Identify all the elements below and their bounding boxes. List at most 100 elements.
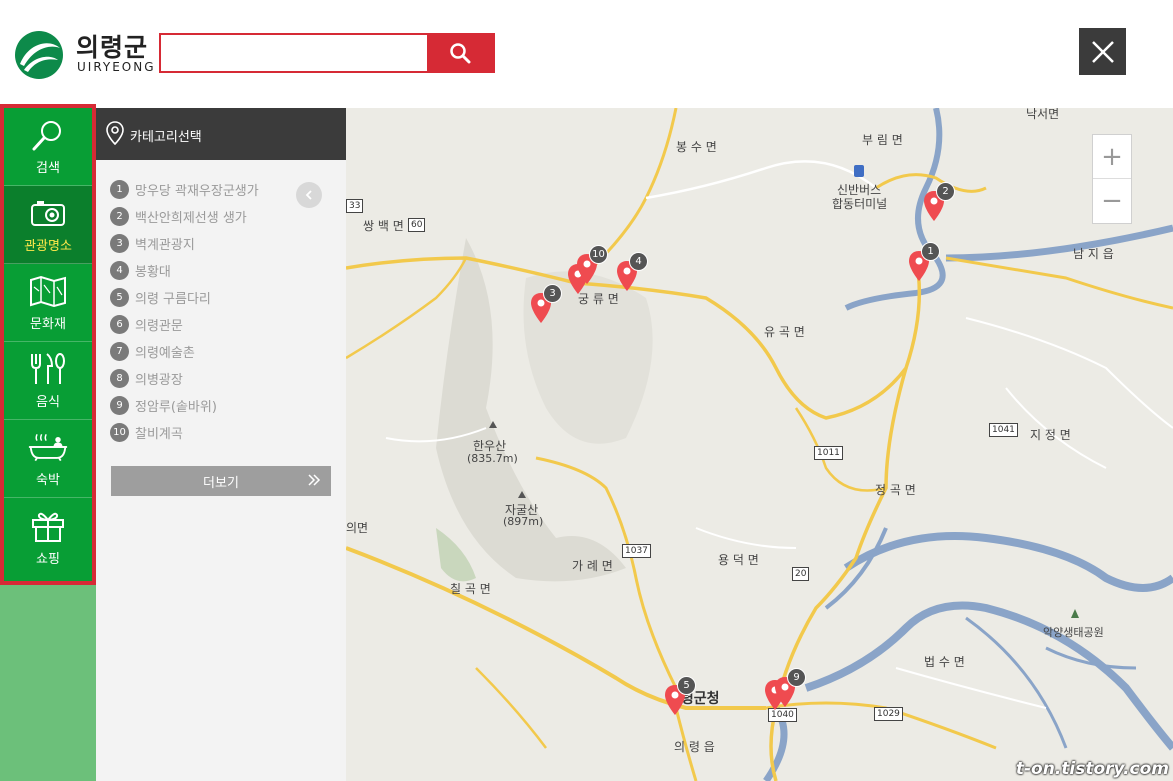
zoom-in-button[interactable]: + bbox=[1093, 135, 1131, 179]
map-marker[interactable]: 9 bbox=[774, 668, 806, 708]
map-label: 부 림 면 bbox=[862, 133, 903, 147]
map-label: 용 덕 면 bbox=[718, 553, 759, 567]
item-label: 정암루(솥바위) bbox=[135, 400, 217, 415]
chevron-left-icon bbox=[305, 190, 312, 200]
marker-badge: 3 bbox=[543, 284, 562, 303]
map-canvas bbox=[346, 108, 1173, 781]
list-item[interactable]: 9 정암루(솥바위) bbox=[110, 392, 259, 419]
list-item[interactable]: 4 봉황대 bbox=[110, 257, 259, 284]
map-marker[interactable]: 3 bbox=[530, 284, 562, 324]
map-marker[interactable]: 1 bbox=[908, 242, 940, 282]
zoom-out-button[interactable]: − bbox=[1093, 179, 1131, 222]
sidebar-item-label: 음식 bbox=[36, 395, 60, 410]
search-input[interactable] bbox=[163, 37, 425, 69]
list-item[interactable]: 7 의령예술촌 bbox=[110, 338, 259, 365]
sidebar-item-shopping[interactable]: 쇼핑 bbox=[4, 498, 92, 576]
map-label: 칠 곡 면 bbox=[450, 582, 491, 596]
item-label: 망우당 곽재우장군생가 bbox=[135, 184, 259, 199]
marker-badge: 10 bbox=[589, 245, 608, 264]
more-button-label: 더보기 bbox=[203, 475, 239, 491]
marker-badge: 2 bbox=[936, 182, 955, 201]
sidebar-item-attractions[interactable]: 관광명소 bbox=[4, 186, 92, 264]
map-label: 의면 bbox=[346, 521, 369, 535]
map-label: 쌍 백 면 bbox=[363, 219, 404, 233]
list-item[interactable]: 6 의령관문 bbox=[110, 311, 259, 338]
search-icon bbox=[28, 117, 68, 153]
list-item[interactable]: 1 망우당 곽재우장군생가 bbox=[110, 176, 259, 203]
item-number: 7 bbox=[110, 342, 129, 361]
map-label: 남 지 읍 bbox=[1073, 247, 1114, 261]
item-number: 10 bbox=[110, 423, 129, 442]
category-panel-title: 카테고리선택 bbox=[130, 130, 202, 145]
map-marker[interactable]: 5 bbox=[664, 676, 696, 716]
camera-icon bbox=[28, 195, 68, 231]
item-label: 의령관문 bbox=[135, 319, 183, 334]
collapse-panel-button[interactable] bbox=[296, 182, 322, 208]
item-number: 9 bbox=[110, 396, 129, 415]
close-button[interactable] bbox=[1079, 28, 1126, 75]
map-label: 가 례 면 bbox=[572, 559, 613, 573]
item-label: 봉황대 bbox=[135, 265, 171, 280]
category-panel: 카테고리선택 1 망우당 곽재우장군생가 2 백산안희제선생 생가 3 벽계관광지 4… bbox=[96, 108, 346, 781]
road-sign: 1029 bbox=[874, 707, 903, 721]
item-label: 백산안희제선생 생가 bbox=[135, 211, 247, 226]
marker-badge: 4 bbox=[629, 252, 648, 271]
map-label: 의 령 읍 bbox=[674, 740, 715, 754]
gift-icon bbox=[28, 508, 68, 544]
item-label: 의령예술촌 bbox=[135, 346, 195, 361]
map-label: (897m) bbox=[503, 515, 544, 528]
more-button[interactable]: 더보기 bbox=[111, 466, 331, 496]
item-number: 1 bbox=[110, 180, 129, 199]
item-number: 6 bbox=[110, 315, 129, 334]
category-list: 1 망우당 곽재우장군생가 2 백산안희제선생 생가 3 벽계관광지 4 봉황대 5 의령… bbox=[110, 176, 259, 446]
map-label: 지 정 면 bbox=[1030, 428, 1071, 442]
logo[interactable]: 의령군 UIRYEONG bbox=[14, 26, 154, 82]
map-view[interactable]: 낙서면 부 림 면 봉 수 면 신반버스 합동터미널 쌍 백 면 남 지 읍 궁… bbox=[346, 108, 1173, 781]
map-label: 유 곡 면 bbox=[764, 325, 805, 339]
road-sign: 20 bbox=[792, 567, 810, 581]
map-icon bbox=[28, 273, 68, 309]
map-label: 합동터미널 bbox=[832, 197, 888, 211]
road-sign: 1011 bbox=[814, 446, 843, 460]
sidebar-item-label: 문화재 bbox=[30, 317, 66, 332]
close-icon bbox=[1091, 40, 1114, 63]
item-number: 5 bbox=[110, 288, 129, 307]
list-item[interactable]: 3 벽계관광지 bbox=[110, 230, 259, 257]
watermark: t-on.tistory.com bbox=[1015, 759, 1169, 779]
category-panel-header: 카테고리선택 bbox=[96, 108, 346, 160]
zoom-control: + − bbox=[1092, 134, 1132, 224]
marker-badge: 1 bbox=[921, 242, 940, 261]
marker-badge: 9 bbox=[787, 668, 806, 687]
sidebar-item-label: 숙박 bbox=[36, 473, 60, 488]
list-item[interactable]: 10 찰비계곡 bbox=[110, 419, 259, 446]
sidebar-item-food[interactable]: 음식 bbox=[4, 342, 92, 420]
item-label: 찰비계곡 bbox=[135, 427, 183, 442]
sidebar-item-label: 관광명소 bbox=[24, 239, 72, 254]
list-item[interactable]: 5 의령 구름다리 bbox=[110, 284, 259, 311]
logo-subtext: UIRYEONG bbox=[77, 60, 156, 74]
utensils-icon bbox=[28, 351, 68, 387]
item-label: 벽계관광지 bbox=[135, 238, 195, 253]
map-marker[interactable]: 4 bbox=[616, 252, 648, 292]
sidebar-item-label: 검색 bbox=[36, 161, 60, 176]
sidebar-item-search[interactable]: 검색 bbox=[4, 108, 92, 186]
list-item[interactable]: 8 의병광장 bbox=[110, 365, 259, 392]
search-button[interactable] bbox=[427, 35, 493, 71]
sidebar-nav: 검색 관광명소 문화재 음식 숙박 쇼핑 bbox=[0, 104, 96, 585]
item-number: 3 bbox=[110, 234, 129, 253]
map-label: 법 수 면 bbox=[924, 655, 965, 669]
map-marker[interactable]: 10 bbox=[576, 245, 608, 285]
sidebar-item-heritage[interactable]: 문화재 bbox=[4, 264, 92, 342]
location-pin-icon bbox=[106, 121, 124, 145]
list-item[interactable]: 2 백산안희제선생 생가 bbox=[110, 203, 259, 230]
item-number: 2 bbox=[110, 207, 129, 226]
bath-icon bbox=[28, 429, 68, 465]
item-number: 4 bbox=[110, 261, 129, 280]
map-marker[interactable]: 2 bbox=[923, 182, 955, 222]
search-box bbox=[159, 33, 495, 73]
map-label: 정 곡 면 bbox=[875, 483, 916, 497]
sidebar-item-lodging[interactable]: 숙박 bbox=[4, 420, 92, 498]
sidebar-item-label: 쇼핑 bbox=[36, 551, 60, 567]
map-label: 봉 수 면 bbox=[676, 140, 717, 154]
double-chevron-right-icon bbox=[308, 474, 321, 486]
